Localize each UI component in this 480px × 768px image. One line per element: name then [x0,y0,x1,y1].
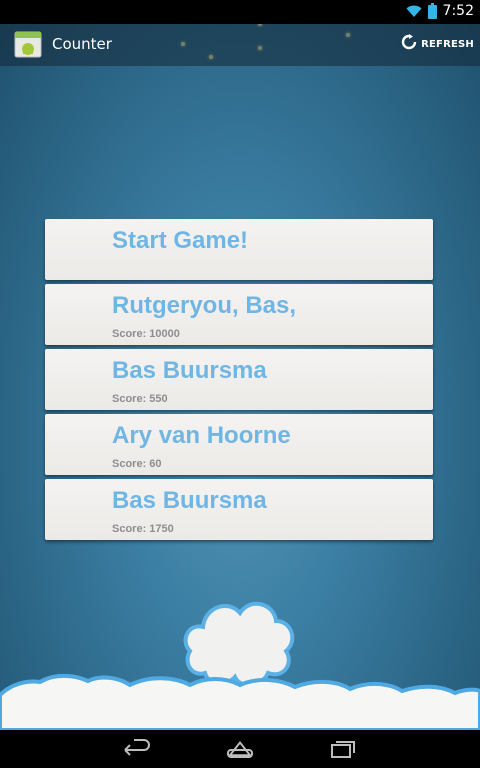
bottom-cloud-bank [0,673,480,730]
battery-icon [427,3,437,19]
android-app-icon[interactable] [14,29,44,59]
action-bar: Counter REFRESH [0,24,480,66]
card-score: Score: 550 [112,393,168,405]
list-item[interactable]: Bas Buursma Score: 1750 [45,479,433,540]
screen: 7:52 Counter REFRESH Start Game! Rutgery… [0,0,480,768]
navigation-bar [0,730,480,768]
status-time: 7:52 [442,3,474,19]
card-title: Ary van Hoorne [112,422,291,449]
card-score: Score: 60 [112,458,162,470]
card-score: Score: 1750 [112,523,174,535]
card-title: Start Game! [112,227,249,254]
floating-cloud [183,601,295,687]
wifi-icon [406,4,422,18]
list-item[interactable]: Bas Buursma Score: 550 [45,349,433,410]
card-score: Score: 10000 [112,328,180,340]
refresh-icon [401,34,417,54]
app-title: Counter [52,35,112,53]
status-bar: 7:52 [0,0,480,24]
card-title: Bas Buursma [112,487,267,514]
card-title: Bas Buursma [112,357,267,384]
list-item[interactable]: Ary van Hoorne Score: 60 [45,414,433,475]
list-item[interactable]: Rutgeryou, Bas, Score: 10000 [45,284,433,345]
home-icon[interactable] [225,739,255,759]
back-icon[interactable] [122,739,152,759]
start-game-button[interactable]: Start Game! [45,219,433,280]
cloud-decoration [0,601,480,730]
refresh-label: REFRESH [421,38,474,50]
recent-apps-icon[interactable] [328,739,358,759]
score-list: Start Game! Rutgeryou, Bas, Score: 10000… [45,219,433,544]
refresh-button[interactable]: REFRESH [401,34,474,54]
card-title: Rutgeryou, Bas, [112,292,297,319]
